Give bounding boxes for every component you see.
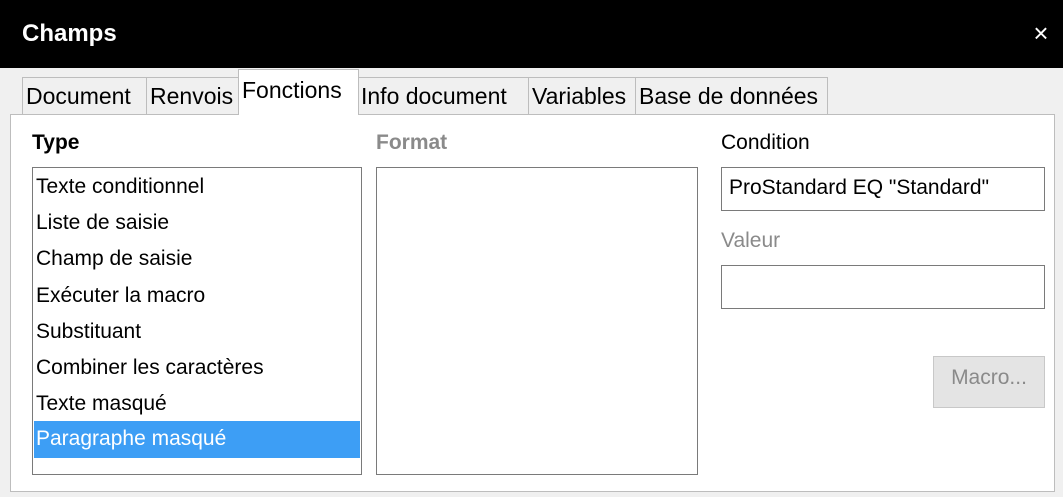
type-item[interactable]: Champ de saisie [34, 241, 360, 278]
type-item[interactable]: Texte conditionnel [34, 169, 360, 206]
condition-input[interactable]: ProStandard EQ "Standard" [721, 167, 1045, 211]
condition-label: Condition [721, 131, 810, 154]
tab-base-de-donnees[interactable]: Base de données [635, 77, 828, 114]
type-item[interactable]: Combiner les caractères [34, 350, 360, 387]
valeur-input[interactable] [721, 265, 1045, 309]
type-item[interactable]: Substituant [34, 314, 360, 351]
type-item[interactable]: Liste de saisie [34, 205, 360, 242]
type-item[interactable]: Texte masqué [34, 386, 360, 423]
format-label: Format [376, 131, 448, 154]
fields-dialog: Champs × Document Renvois Fonctions Info… [0, 0, 1063, 497]
type-listbox[interactable]: Texte conditionnel Liste de saisie Champ… [32, 167, 362, 475]
format-listbox[interactable] [376, 167, 698, 475]
tab-renvois[interactable]: Renvois [146, 77, 239, 114]
macro-button[interactable]: Macro... [933, 356, 1045, 408]
tab-info-document[interactable]: Info document [357, 77, 529, 114]
type-label: Type [32, 131, 80, 154]
close-icon[interactable]: × [1026, 18, 1056, 48]
type-item[interactable]: Exécuter la macro [34, 278, 360, 315]
tab-variables[interactable]: Variables [528, 77, 636, 114]
type-item-selected[interactable]: Paragraphe masqué [34, 421, 360, 458]
tab-document[interactable]: Document [22, 77, 147, 114]
tab-fonctions[interactable]: Fonctions [238, 69, 359, 115]
tab-panel-fonctions: Type Texte conditionnel Liste de saisie … [10, 114, 1055, 492]
valeur-label: Valeur [721, 229, 781, 252]
title-bar: Champs × [0, 0, 1063, 68]
dialog-title: Champs [22, 20, 117, 47]
